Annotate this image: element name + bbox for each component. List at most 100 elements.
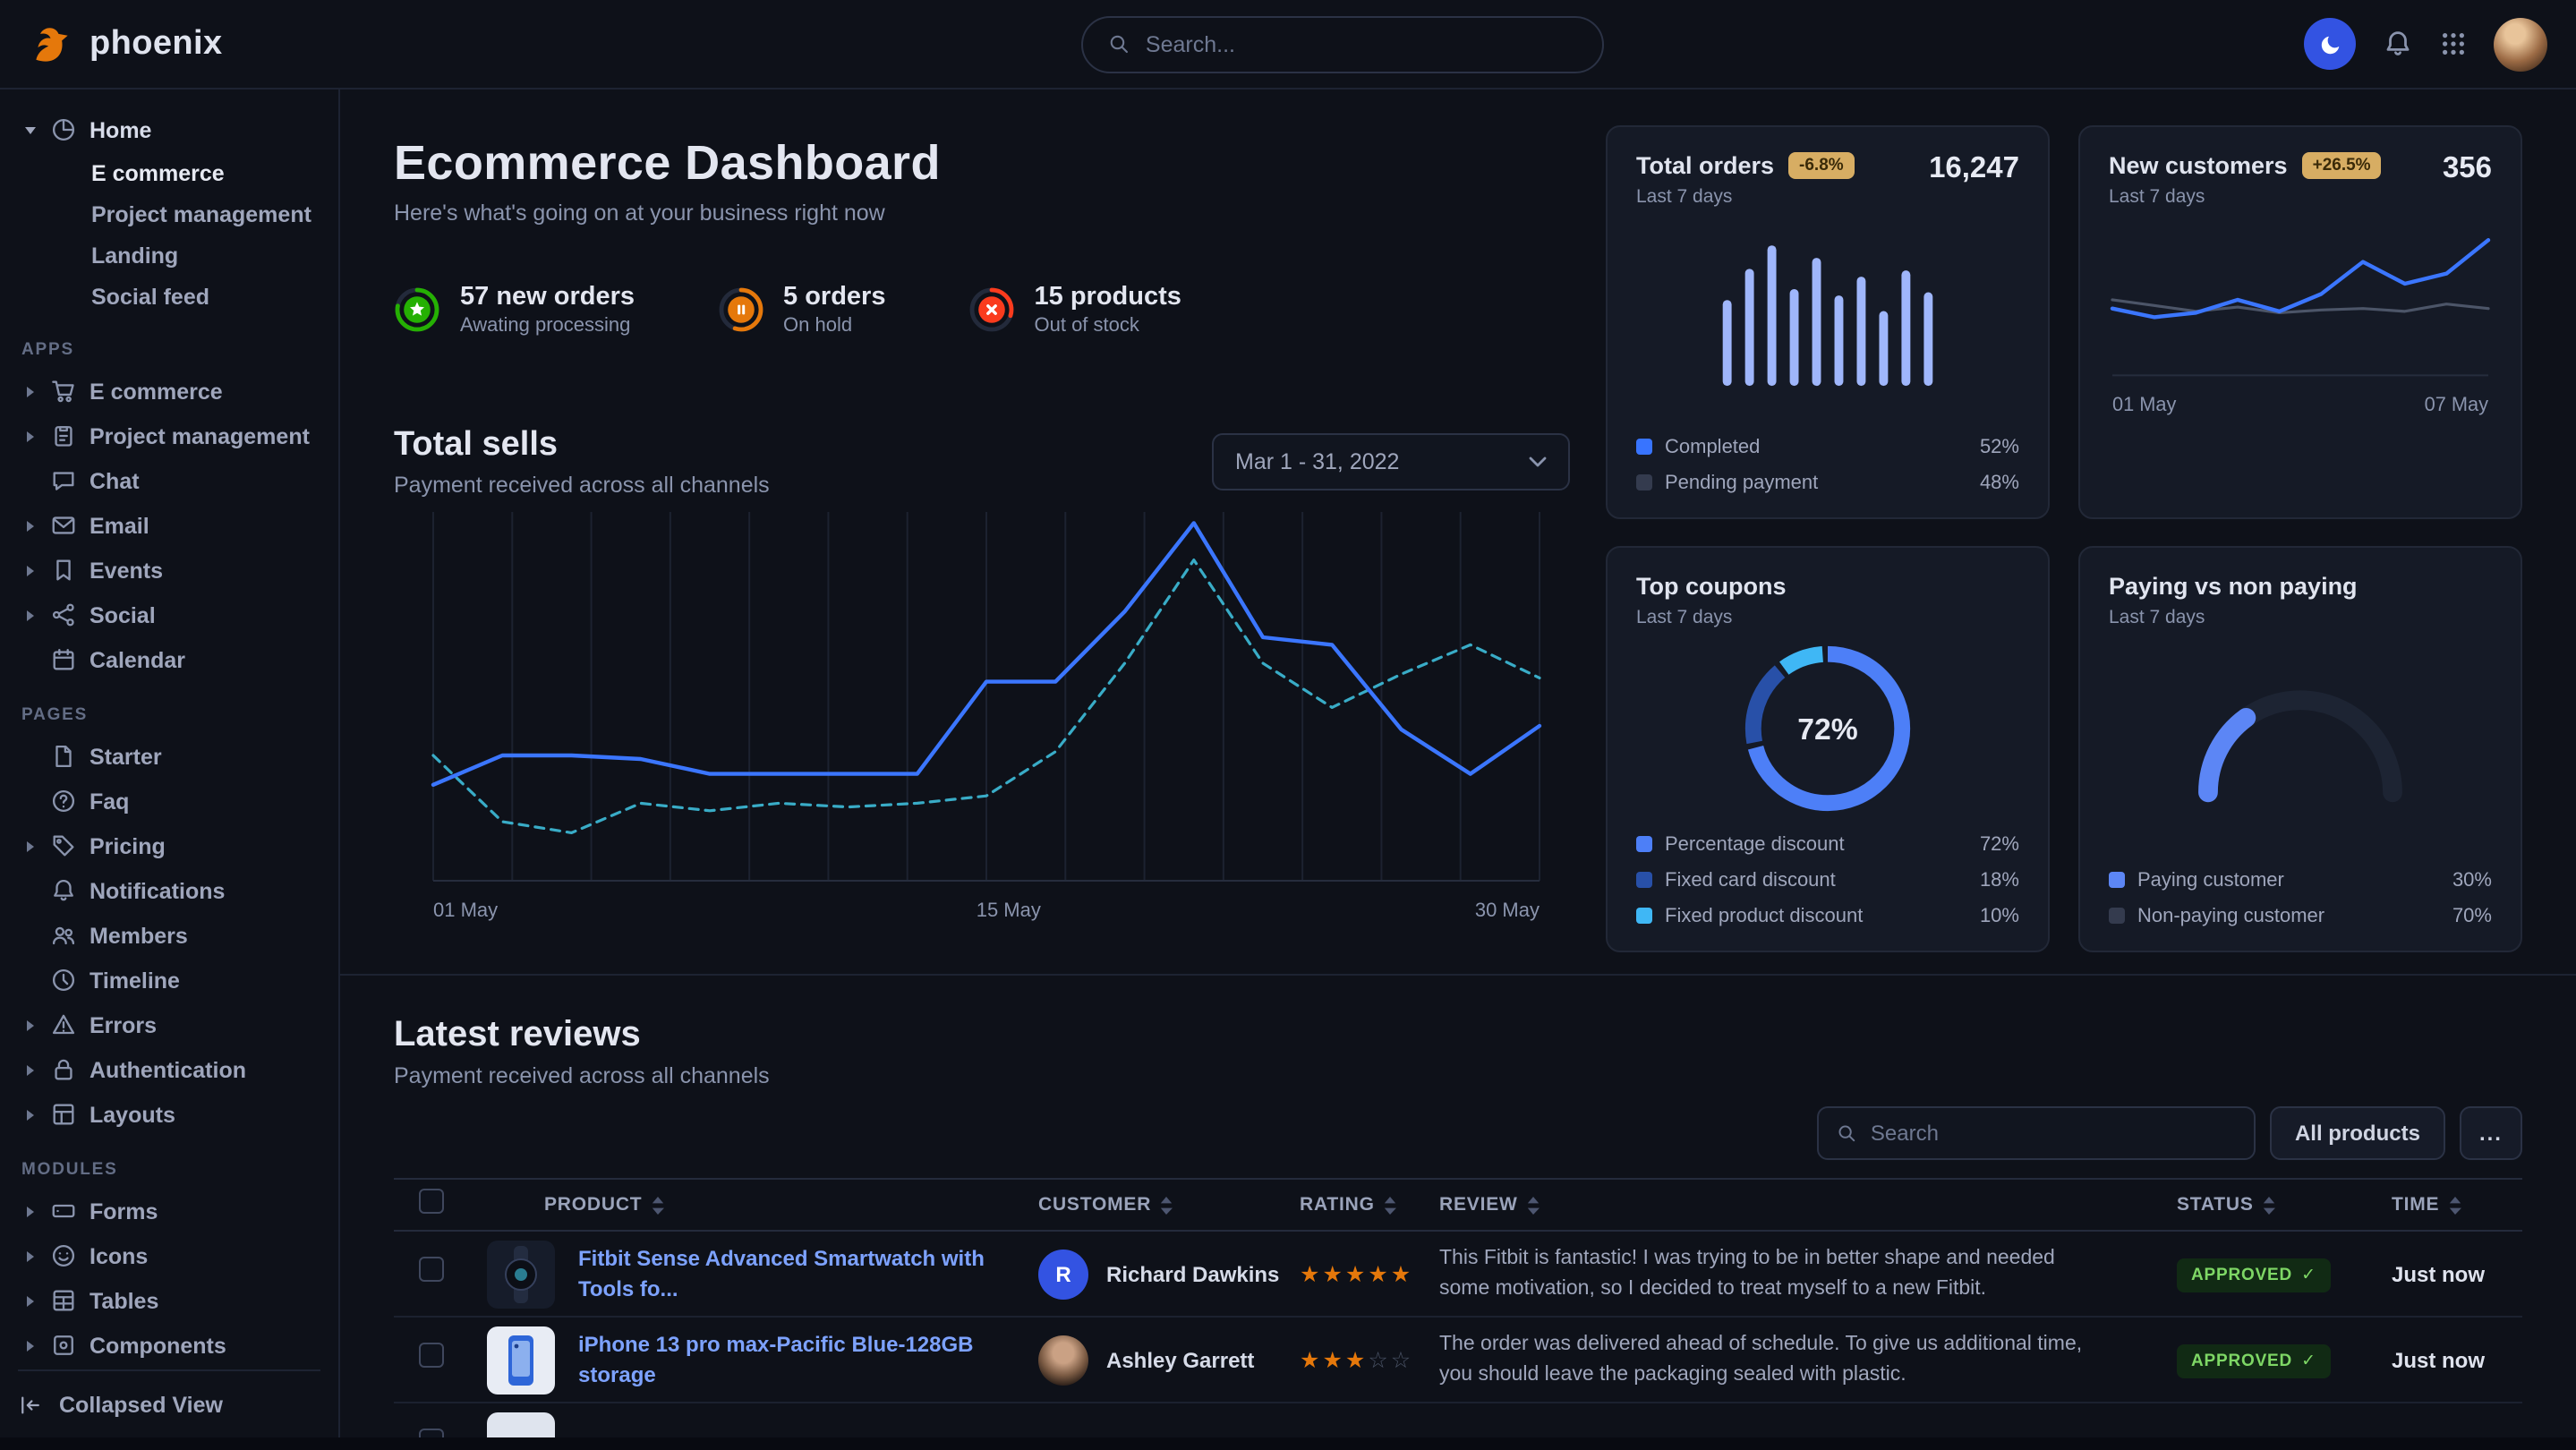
apps-grid-button[interactable] <box>2440 30 2467 57</box>
sidebar-item-project-management[interactable]: Project management <box>18 414 320 458</box>
top-coupons-legend: Percentage discount72%Fixed card discoun… <box>1636 829 2019 931</box>
more-options-button[interactable]: ... <box>2460 1106 2522 1160</box>
reviews-search-input[interactable] <box>1871 1121 2236 1146</box>
new-customers-card: New customers +26.5% Last 7 days 356 01 … <box>2078 125 2522 519</box>
star-filled-icon: ★ <box>1345 1261 1368 1286</box>
sidebar-item-icons[interactable]: Icons <box>18 1233 320 1278</box>
caret-right-icon <box>26 386 33 397</box>
caret-right-icon <box>26 1206 33 1216</box>
collapsed-view-toggle[interactable]: Collapsed View <box>18 1369 320 1437</box>
main-content: Ecommerce Dashboard Here's what's going … <box>340 90 2576 1437</box>
sidebar-item-label: Email <box>90 513 149 538</box>
sidebar-item-pricing[interactable]: Pricing <box>18 823 320 868</box>
sidebar-item-authentication[interactable]: Authentication <box>18 1047 320 1092</box>
top-coupons-chart: 72% <box>1636 628 2019 825</box>
rating-stars: ★★★★★ <box>1300 1261 1413 1286</box>
column-header-customer[interactable]: CUSTOMER <box>1002 1194 1264 1215</box>
sidebar-item-chat[interactable]: Chat <box>18 458 320 503</box>
global-search[interactable] <box>1081 15 1604 72</box>
card-title: Paying vs non paying <box>2109 573 2358 600</box>
rating-cell: ★★★☆☆ <box>1264 1343 1403 1376</box>
puzzle-icon <box>50 1332 77 1359</box>
sidebar-item-label: Icons <box>90 1243 148 1268</box>
row-checkbox[interactable] <box>419 1343 444 1368</box>
sidebar-item-landing[interactable]: Landing <box>18 235 320 276</box>
sidebar-item-home[interactable]: Home <box>18 107 320 152</box>
sidebar-item-layouts[interactable]: Layouts <box>18 1092 320 1137</box>
reviews-search[interactable] <box>1817 1106 2256 1160</box>
sidebar-item-label: Authentication <box>90 1057 246 1082</box>
collapse-icon <box>18 1392 43 1417</box>
sidebar-item-tables[interactable]: Tables <box>18 1278 320 1323</box>
sidebar-item-timeline[interactable]: Timeline <box>18 958 320 1002</box>
sidebar-item-notifications[interactable]: Notifications <box>18 868 320 913</box>
sidebar-item-calendar[interactable]: Calendar <box>18 637 320 682</box>
sidebar-item-forms[interactable]: Forms <box>18 1189 320 1233</box>
card-period: Last 7 days <box>2109 607 2358 628</box>
product-link[interactable]: iPhone 13 pro max-Pacific Blue-128GB sto… <box>578 1331 1002 1389</box>
svg-text:01 May: 01 May <box>2112 393 2177 415</box>
theme-toggle-button[interactable] <box>2304 18 2356 70</box>
sidebar-item-faq[interactable]: Faq <box>18 779 320 823</box>
sidebar-section-title: APPS <box>21 340 320 360</box>
column-header-status[interactable]: STATUS <box>2141 1194 2356 1215</box>
row-checkbox-cell <box>394 1257 465 1291</box>
notifications-button[interactable] <box>2383 29 2413 59</box>
card-period: Last 7 days <box>2109 186 2382 208</box>
sidebar-item-errors[interactable]: Errors <box>18 1002 320 1047</box>
sidebar-item-starter[interactable]: Starter <box>18 734 320 779</box>
sidebar-item-e-commerce[interactable]: E commerce <box>18 152 320 193</box>
sidebar-item-e-commerce[interactable]: E commerce <box>18 369 320 414</box>
sidebar-item-label: Social <box>90 602 156 627</box>
sidebar-item-social-feed[interactable]: Social feed <box>18 276 320 317</box>
horizontal-scrollbar[interactable] <box>0 1437 2576 1450</box>
sort-icon <box>1160 1195 1173 1215</box>
brand[interactable]: phoenix <box>29 21 223 67</box>
caret-right-icon <box>26 1340 33 1351</box>
sidebar-item-label: E commerce <box>90 379 223 404</box>
row-checkbox[interactable] <box>419 1429 444 1437</box>
column-header-label: RATING <box>1300 1194 1375 1215</box>
rating-cell: ★★★★★ <box>1264 1258 1403 1290</box>
row-checkbox[interactable] <box>419 1257 444 1282</box>
sidebar-item-label: Events <box>90 558 163 583</box>
select-all-checkbox[interactable] <box>419 1188 444 1213</box>
caret-right-icon <box>26 1250 33 1261</box>
stat-value: 5 orders <box>783 283 885 311</box>
sidebar-item-label: Forms <box>90 1198 158 1224</box>
star-empty-icon: ☆ <box>1368 1347 1390 1372</box>
star-filled-icon: ★ <box>1368 1261 1390 1286</box>
sidebar-item-members[interactable]: Members <box>18 913 320 958</box>
paying-card: Paying vs non paying Last 7 days Paying … <box>2078 546 2522 952</box>
status-cell: APPROVED✓ <box>2141 1256 2356 1292</box>
rating-stars: ★★★☆☆ <box>1300 1347 1413 1372</box>
legend-item-pending-payment: Pending payment48% <box>1636 467 2019 498</box>
total-orders-legend: Completed52%Pending payment48% <box>1636 431 2019 498</box>
legend-value: 10% <box>1980 905 2019 926</box>
sidebar-item-email[interactable]: Email <box>18 503 320 548</box>
legend-item-non-paying-customer: Non-paying customer 70% <box>2109 900 2492 931</box>
column-header-rating[interactable]: RATING <box>1264 1194 1403 1215</box>
all-products-button[interactable]: All products <box>2270 1106 2445 1160</box>
date-range-select[interactable]: Mar 1 - 31, 2022 <box>1212 433 1570 490</box>
legend-label: Non-paying customer <box>2137 905 2324 926</box>
sidebar-item-project-management[interactable]: Project management <box>18 193 320 235</box>
total-sells-line-chart: 01 May15 May30 May <box>394 501 1570 931</box>
product-link[interactable]: Fitbit Sense Advanced Smartwatch with To… <box>578 1245 1002 1303</box>
user-avatar[interactable] <box>2494 17 2547 71</box>
paying-gauge <box>2109 628 2492 822</box>
caret-right-icon <box>26 520 33 531</box>
column-header-product[interactable]: PRODUCT <box>465 1194 1002 1215</box>
sidebar-item-components[interactable]: Components <box>18 1323 320 1368</box>
cart-icon <box>50 378 77 405</box>
column-header-review[interactable]: REVIEW <box>1403 1194 2141 1215</box>
svg-text:01 May: 01 May <box>433 899 498 921</box>
sidebar-item-social[interactable]: Social <box>18 593 320 637</box>
column-header-time[interactable]: TIME <box>2356 1194 2522 1215</box>
caret-right-icon <box>26 610 33 620</box>
legend-value: 70% <box>2452 905 2492 926</box>
sidebar-item-label: Home <box>90 117 151 142</box>
global-search-input[interactable] <box>1146 31 1577 56</box>
star-filled-icon: ★ <box>1322 1261 1344 1286</box>
sidebar-item-events[interactable]: Events <box>18 548 320 593</box>
